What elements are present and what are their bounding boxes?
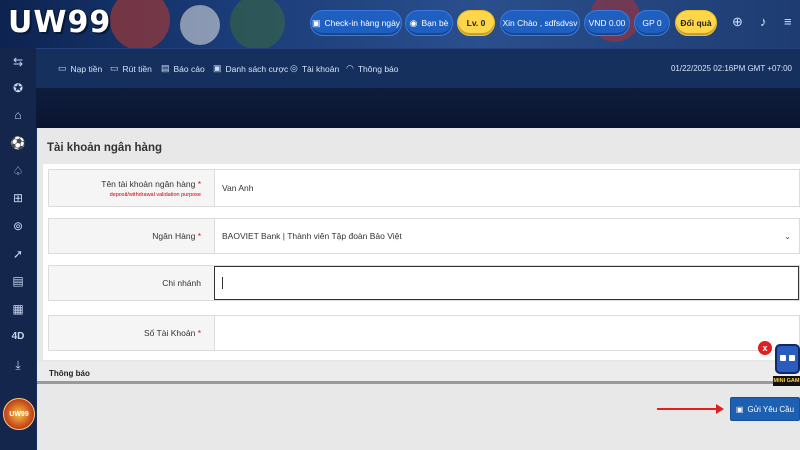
account-number-label-text: Số Tài Khoản <box>143 328 196 338</box>
submit-label: Gửi Yêu Cầu <box>747 404 795 414</box>
globe-icon[interactable]: ⊕ <box>732 14 743 30</box>
account-number-input[interactable] <box>214 316 799 350</box>
calendar-icon: ▣ <box>311 17 321 28</box>
bell-icon[interactable]: ♪ <box>760 14 767 29</box>
bank-label: Ngân Hàng * <box>49 219 209 253</box>
nav-label: Danh sách cược <box>225 63 289 74</box>
nav-label: Báo cáo <box>173 63 205 74</box>
soccer-icon[interactable]: ⚽ <box>0 133 36 153</box>
slot-icon[interactable]: ▤ <box>0 271 36 291</box>
cards-icon[interactable]: ♤ <box>0 161 36 181</box>
gift-icon[interactable]: ▦ <box>0 299 36 319</box>
nav-notification[interactable]: ◠ Thông báo <box>346 63 399 74</box>
gp-label: GP 0 <box>642 18 662 28</box>
robot-eye <box>780 355 786 361</box>
site-logo[interactable]: UW99 <box>8 5 111 40</box>
decor-ornament <box>180 5 220 45</box>
balance-display[interactable]: VND 0.00 <box>584 10 630 36</box>
nav-withdraw[interactable]: ▭ Rút tiền <box>110 63 152 74</box>
page-title: Tài khoản ngân hàng <box>47 142 163 154</box>
friends-button[interactable]: ◉ Bạn bè <box>405 10 453 36</box>
decor-ornament <box>230 0 285 48</box>
nav-label: Nạp tiền <box>70 63 103 74</box>
level-badge[interactable]: Lv. 0 <box>457 10 495 36</box>
nav-bet-list[interactable]: ▣ Danh sách cược <box>213 63 288 74</box>
left-sidebar: ⇆ ✪ ⌂ ⚽ ♤ ⊞ ⊚ ➚ ▤ ▦ 4D ⤓ UW99 <box>0 48 36 450</box>
deposit-icon: ▭ <box>58 63 67 73</box>
home-icon[interactable]: ⌂ <box>0 105 36 125</box>
download-icon[interactable]: ⤓ <box>0 355 36 375</box>
transfer-icon[interactable]: ⇆ <box>0 52 36 72</box>
decor-ornament <box>110 0 170 48</box>
mini-game-robot[interactable] <box>775 344 800 374</box>
redeem-label: Đổi quà <box>680 18 712 28</box>
gp-display[interactable]: GP 0 <box>634 10 670 36</box>
nav-account[interactable]: ◎ Tài khoản <box>290 63 339 74</box>
account-icon: ◎ <box>290 63 298 73</box>
greeting-button[interactable]: Xin Chào , sdfsdvsv <box>500 10 580 36</box>
friends-label: Bạn bè <box>421 18 449 28</box>
balance-label: VND 0.00 <box>588 18 626 28</box>
banner-strip <box>36 88 800 128</box>
wheel-icon[interactable]: ✪ <box>0 78 36 98</box>
bank-account-panel: Tài khoản ngân hàng Tên tài khoản ngân h… <box>37 128 800 450</box>
bank-select[interactable]: BAOVIET Bank | Thành viên Tập đoàn Bảo V… <box>214 219 799 253</box>
account-nav: ▭ Nạp tiền ▭ Rút tiền ▤ Báo cáo ▣ Danh s… <box>36 48 800 88</box>
nav-label: Thông báo <box>357 63 399 74</box>
account-number-label: Số Tài Khoản * <box>49 316 209 350</box>
text-cursor <box>222 277 223 289</box>
checkin-button[interactable]: ▣ Check-in hàng ngày <box>310 10 402 36</box>
chevron-down-icon: ⌄ <box>784 232 791 241</box>
report-icon: ▤ <box>161 63 170 73</box>
notice-label: Thông báo <box>49 369 90 378</box>
mini-game-label[interactable]: MINI GAM <box>773 376 800 386</box>
account-name-note: deposit/withdrawal validation purpose <box>109 191 201 198</box>
account-name-row: Tên tài khoản ngân hàng * deposit/withdr… <box>48 169 800 207</box>
redeem-button[interactable]: Đổi quà <box>675 10 717 36</box>
branch-label: Chi nhánh <box>49 266 209 300</box>
account-number-row: Số Tài Khoản * <box>48 315 800 351</box>
bank-label-text: Ngân Hàng <box>152 231 196 241</box>
nav-label: Tài khoản <box>301 63 340 74</box>
robot-eye <box>789 355 795 361</box>
rocket-icon[interactable]: ➚ <box>0 244 36 264</box>
bank-account-form: Tên tài khoản ngân hàng * deposit/withdr… <box>43 164 800 360</box>
4d-icon[interactable]: 4D <box>0 327 36 347</box>
sidebar-logo[interactable]: UW99 <box>3 398 35 430</box>
bank-select-value: BAOVIET Bank | Thành viên Tập đoàn Bảo V… <box>222 231 402 241</box>
coin-icon[interactable]: ⊚ <box>0 216 36 236</box>
pointer-arrow <box>657 404 724 414</box>
bank-row: Ngân Hàng * BAOVIET Bank | Thành viên Tậ… <box>48 218 800 254</box>
branch-row: Chi nhánh <box>48 265 800 301</box>
submit-button[interactable]: ▣ Gửi Yêu Cầu <box>730 397 800 421</box>
friends-icon: ◉ <box>409 17 418 28</box>
gamepad-icon[interactable]: ⊞ <box>0 188 36 208</box>
notification-icon: ◠ <box>346 63 354 73</box>
nav-deposit[interactable]: ▭ Nạp tiền <box>58 63 102 74</box>
bet-list-icon: ▣ <box>213 63 222 73</box>
menu-icon[interactable]: ≡ <box>784 14 792 29</box>
close-icon[interactable]: x <box>758 341 772 355</box>
branch-input[interactable] <box>214 266 799 300</box>
greeting-label: Xin Chào , sdfsdvsv <box>502 18 578 28</box>
required-mark: * <box>197 178 201 189</box>
nav-label: Rút tiền <box>122 63 152 74</box>
required-mark: * <box>197 328 201 338</box>
account-name-label: Tên tài khoản ngân hàng * deposit/withdr… <box>49 170 209 206</box>
notice-bar[interactable]: Thông báo <box>37 362 800 384</box>
branch-label-text: Chi nhánh <box>162 278 201 288</box>
account-name-label-text: Tên tài khoản ngân hàng <box>101 178 196 189</box>
required-mark: * <box>197 231 201 241</box>
account-name-input[interactable]: Van Anh <box>214 170 799 206</box>
checkin-label: Check-in hàng ngày <box>324 18 401 28</box>
top-header: UW99 ▣ Check-in hàng ngày ◉ Bạn bè Lv. 0… <box>0 0 800 48</box>
save-icon: ▣ <box>735 404 744 414</box>
level-label: Lv. 0 <box>466 18 486 28</box>
withdraw-icon: ▭ <box>110 63 119 73</box>
datetime-display: 01/22/2025 02:16PM GMT +07:00 <box>670 64 792 73</box>
nav-report[interactable]: ▤ Báo cáo <box>161 63 205 74</box>
